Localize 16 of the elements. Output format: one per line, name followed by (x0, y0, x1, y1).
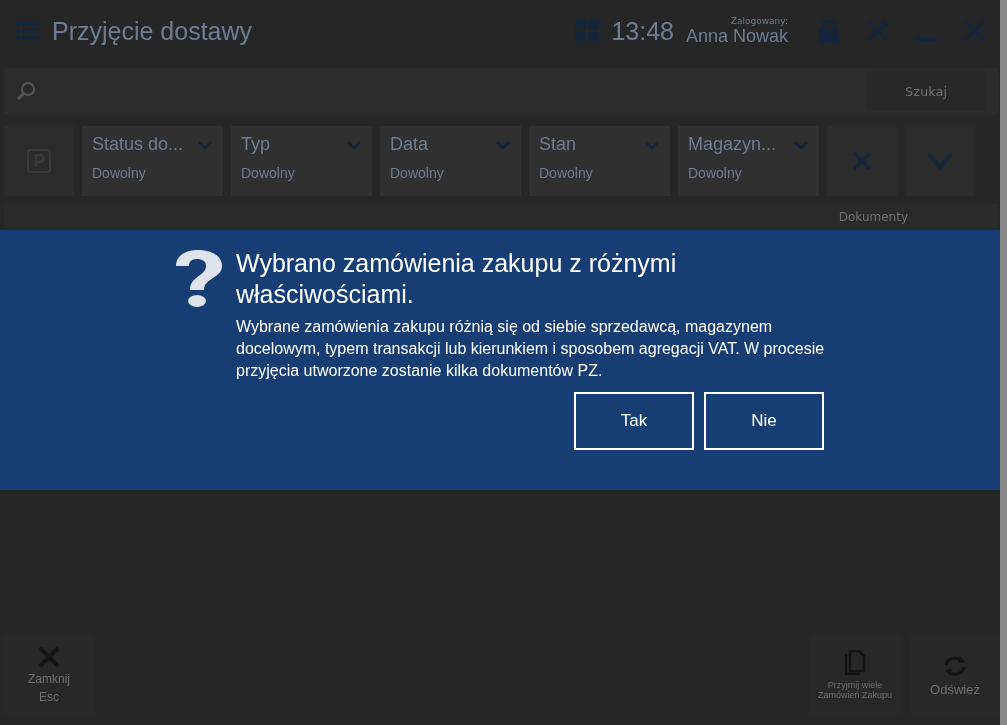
dialog-message: Wybrane zamówienia zakupu różnią się od siebie sprzedawcą, magazynem docelowym, typem transakcji lub kierunkiem i sposobem agregacji VAT. W procesie przyjęcia utworzone zostanie kilka dokumentów PZ. (236, 317, 826, 381)
column-header[interactable]: Dokumenty (838, 210, 908, 230)
user-label: Zalogowany: (730, 15, 788, 26)
filter-dropdown[interactable]: Magazyn... Dowolny (678, 126, 819, 196)
filter-dropdown[interactable]: Data Dowolny (380, 126, 521, 196)
clock-time: 13:48 (611, 16, 674, 46)
search-icon (16, 81, 36, 101)
user-name: Anna Nowak (685, 25, 788, 47)
filter-dropdown[interactable]: Status do... Dowolny (82, 126, 223, 196)
window-title: Przyjęcie dostawy (52, 16, 254, 46)
filter-dropdown[interactable]: Stan Dowolny (529, 126, 670, 196)
filter-dropdown[interactable]: Typ Dowolny (231, 126, 372, 196)
no-button[interactable]: Nie (704, 392, 824, 450)
dialog-title: Wybrano zamówienia zakupu z różnymi właściwościami. (236, 248, 678, 310)
yes-button[interactable]: Tak (574, 392, 694, 450)
search-field[interactable]: Szukaj (4, 68, 998, 114)
